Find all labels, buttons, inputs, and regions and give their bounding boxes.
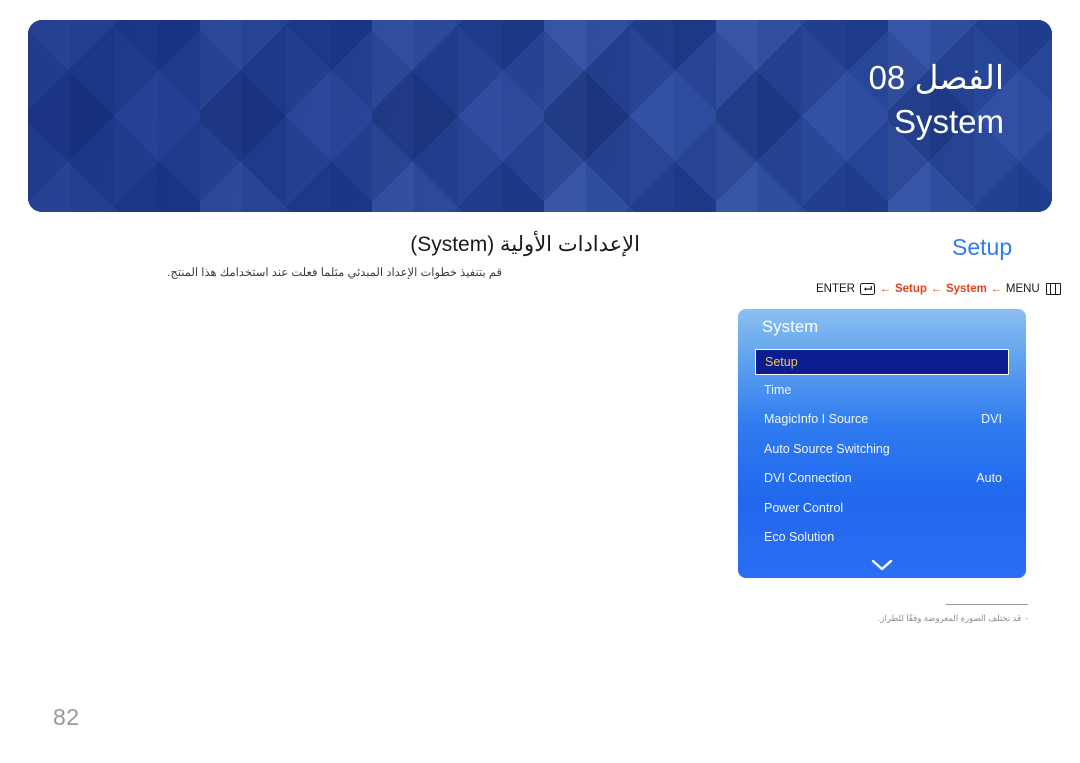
chevron-down-icon [871, 559, 893, 571]
page-number: 82 [53, 704, 80, 730]
footnote-divider [946, 604, 1028, 605]
osd-item-time[interactable]: Time [738, 375, 1026, 405]
osd-item-power-control[interactable]: Power Control [738, 493, 1026, 523]
osd-item-dvi-connection[interactable]: DVI Connection Auto [738, 464, 1026, 494]
menu-grid-icon [1045, 283, 1061, 295]
section-title: الإعدادات الأولية (System) [410, 233, 640, 256]
chapter-label: الفصل 08 [868, 59, 1004, 96]
osd-item-label: Eco Solution [764, 530, 835, 545]
banner-text-block: الفصل 08 System [869, 60, 1004, 139]
osd-menu-list: Setup Time MagicInfo I Source DVI Auto S… [738, 349, 1026, 552]
osd-item-value: Auto [976, 471, 1002, 486]
breadcrumb-step-system: System [945, 283, 987, 295]
osd-item-label: Power Control [764, 500, 844, 515]
chapter-title: System [893, 102, 1004, 140]
breadcrumb: ENTER ← Setup ← System ← MENU [816, 283, 1061, 295]
breadcrumb-arrow-2: ← [930, 283, 942, 295]
osd-item-auto-source-switching[interactable]: Auto Source Switching [738, 434, 1026, 464]
breadcrumb-enter-label: ENTER [816, 283, 855, 295]
osd-item-label: Setup [765, 355, 798, 369]
osd-item-value: DVI [981, 412, 1002, 427]
section-subtitle: قم بتنفيذ خطوات الإعداد المبدئي مثلما فع… [167, 267, 502, 279]
osd-item-label: Auto Source Switching [764, 441, 890, 456]
breadcrumb-step-setup: Setup [894, 283, 927, 295]
breadcrumb-step-menu: MENU [1005, 283, 1040, 295]
osd-item-label: DVI Connection [764, 471, 852, 486]
osd-item-label: Time [764, 382, 792, 397]
osd-scroll-down-button[interactable] [738, 559, 1026, 571]
breadcrumb-arrow-3: ← [990, 283, 1002, 295]
osd-item-label: MagicInfo I Source [764, 412, 869, 427]
osd-menu-panel: System Setup Time MagicInfo I Source DVI… [738, 309, 1026, 578]
osd-item-eco-solution[interactable]: Eco Solution [738, 523, 1026, 553]
breadcrumb-arrow-1: ← [879, 283, 891, 295]
osd-item-magicinfo-i-source[interactable]: MagicInfo I Source DVI [738, 405, 1026, 435]
osd-item-setup[interactable]: Setup [755, 349, 1009, 375]
footnote-text: قد تختلف الصورة المعروضة وفقًا للطراز. [878, 613, 1022, 623]
osd-panel-title: System [762, 318, 819, 336]
chapter-banner: الفصل 08 System [28, 20, 1052, 212]
document-page: الفصل 08 System الإعدادات الأولية (Syste… [0, 0, 1080, 763]
footnote: - قد تختلف الصورة المعروضة وفقًا للطراز. [878, 613, 1028, 624]
enter-key-icon [859, 283, 875, 295]
footnote-bullet: - [1025, 613, 1028, 623]
page-title: Setup [952, 234, 1013, 260]
